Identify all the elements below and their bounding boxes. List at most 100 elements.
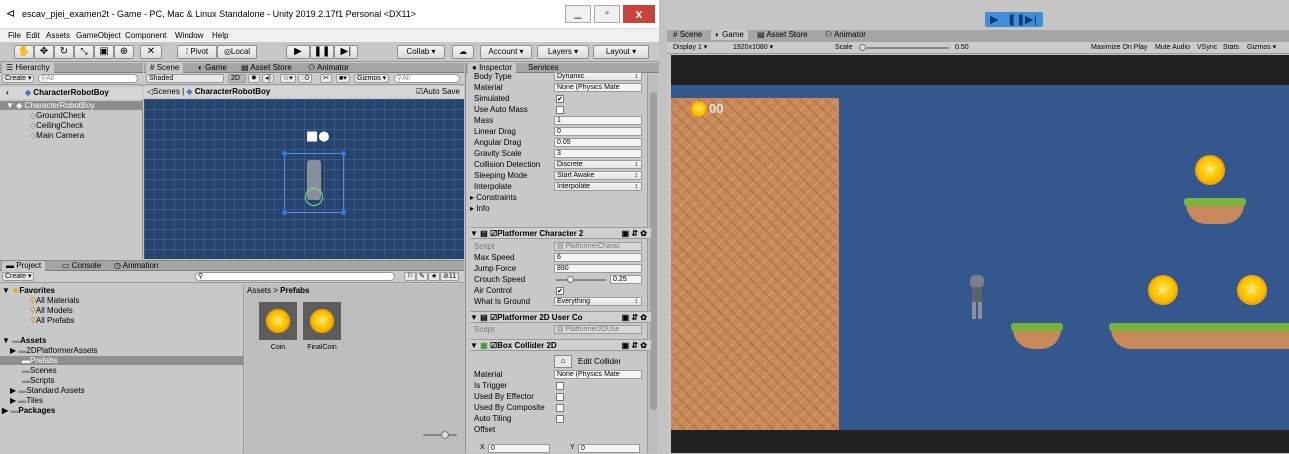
tab-hierarchy[interactable]: ☰ Hierarchy bbox=[2, 63, 54, 73]
property-checkbox[interactable]: ✔ bbox=[556, 95, 564, 103]
asset-folder-item[interactable]: ▶ ▬Tiles bbox=[10, 396, 43, 405]
thumbnail-slider-thumb[interactable] bbox=[441, 431, 449, 439]
fold-arrow-icon[interactable]: ▼ bbox=[470, 341, 478, 350]
property-dropdown[interactable]: Everything ↕ bbox=[554, 297, 642, 306]
breadcrumb-prefabs[interactable]: Prefabs bbox=[280, 286, 309, 295]
property-field[interactable]: 0.05 bbox=[554, 138, 642, 147]
tab-scene[interactable]: # Scene bbox=[146, 63, 184, 73]
script-field[interactable]: ▤ Platformer2DUse bbox=[554, 325, 642, 334]
slider-value-field[interactable]: 0.25 bbox=[610, 275, 642, 284]
assets-folder[interactable]: ▼ ▬Assets bbox=[2, 336, 46, 345]
lighting-toggle[interactable]: ✹ bbox=[248, 74, 260, 83]
mute-audio-toggle[interactable]: Mute Audio bbox=[1155, 42, 1190, 53]
menu-help[interactable]: Help bbox=[212, 31, 228, 40]
close-button[interactable]: x bbox=[623, 5, 655, 23]
move-tool-icon[interactable]: ✥ bbox=[34, 45, 54, 59]
rect-handle[interactable] bbox=[341, 210, 346, 215]
tab-scene[interactable]: # Scene bbox=[669, 30, 706, 40]
auto-save-checkbox[interactable]: ☑ bbox=[416, 87, 423, 96]
gizmos-dropdown[interactable]: Gizmos ▾ bbox=[1247, 42, 1276, 53]
asset-folder-item[interactable]: ▶ ▬Standard Assets bbox=[10, 386, 85, 395]
hidden-objects-toggle[interactable]: ◌0 bbox=[298, 74, 313, 83]
custom-tool-icon[interactable]: ✕ bbox=[140, 45, 162, 59]
collab-button[interactable]: Collab ▾ bbox=[397, 45, 445, 59]
scrollbar-thumb[interactable] bbox=[650, 92, 657, 410]
expand-arrow-icon[interactable]: ▼ bbox=[2, 286, 10, 295]
asset-folder-item-selected[interactable]: ▬Prefabs bbox=[0, 356, 244, 365]
hierarchy-search-input[interactable]: ⚲All bbox=[38, 74, 138, 83]
stats-toggle[interactable]: Stats bbox=[1223, 42, 1239, 53]
game-viewport[interactable]: ★ 00 ★ ★ ★ bbox=[671, 55, 1289, 453]
tab-game[interactable]: ◐ Game bbox=[194, 63, 231, 73]
hierarchy-scene-row[interactable]: ‹ ◆ CharacterRobotBoy bbox=[0, 87, 143, 99]
asset-tile-coin[interactable]: ★ Coin bbox=[257, 302, 299, 358]
maximize-on-play-toggle[interactable]: Maximize On Play bbox=[1091, 42, 1147, 53]
property-checkbox[interactable] bbox=[556, 382, 564, 390]
component-settings-icon[interactable]: ▣ ⇵ ✿ bbox=[622, 340, 647, 351]
filter-type-button[interactable]: ⚐ bbox=[404, 272, 417, 281]
camera-settings-button[interactable]: ■▾ bbox=[336, 74, 350, 83]
component-header-usercontrol[interactable]: ▼ ▤ ☑Platformer 2D User Co ▣ ⇵ ✿ bbox=[470, 311, 651, 323]
fold-arrow-icon[interactable]: ▼ bbox=[470, 313, 478, 322]
property-checkbox[interactable] bbox=[556, 106, 564, 114]
scene-search-input[interactable]: ⚲All bbox=[394, 74, 460, 83]
auto-save-toggle[interactable]: ☑Auto Save bbox=[416, 86, 460, 98]
offset-x-field[interactable]: 0 bbox=[488, 444, 550, 453]
expand-arrow-icon[interactable]: ▶ bbox=[10, 346, 16, 355]
shading-dropdown[interactable]: Shaded bbox=[146, 74, 224, 83]
tab-animator[interactable]: ⚇ Animator bbox=[304, 63, 353, 73]
breadcrumb-assets[interactable]: Assets bbox=[247, 286, 271, 295]
favorites-folder[interactable]: ▼ ★Favorites bbox=[2, 286, 55, 295]
scale-slider-thumb[interactable] bbox=[859, 44, 866, 51]
property-field[interactable]: 890 bbox=[554, 264, 642, 273]
scene-canvas[interactable]: ■● bbox=[144, 99, 464, 259]
mode-2d-toggle[interactable]: 2D bbox=[228, 74, 246, 83]
tab-animator[interactable]: ⚇ Animator bbox=[821, 30, 870, 40]
step-button[interactable]: ▶| bbox=[334, 45, 358, 59]
hierarchy-create-button[interactable]: Create ▾ bbox=[2, 74, 35, 83]
favorite-button[interactable]: ★ bbox=[428, 272, 441, 281]
hierarchy-item-groundcheck[interactable]: ◇GroundCheck bbox=[30, 111, 86, 120]
rect-handle[interactable] bbox=[341, 151, 346, 156]
property-dropdown[interactable]: Dynamic ↕ bbox=[554, 72, 642, 81]
maximize-button[interactable]: ▫ bbox=[594, 5, 620, 23]
crouch-speed-slider[interactable] bbox=[556, 276, 606, 283]
audio-toggle[interactable]: ◂) bbox=[262, 74, 274, 83]
slider-thumb[interactable] bbox=[567, 276, 574, 283]
tab-animation[interactable]: ◷ Animation bbox=[110, 261, 162, 271]
property-field[interactable]: None (Physics Mate bbox=[554, 83, 642, 92]
layers-dropdown[interactable]: Layers ▾ bbox=[537, 45, 589, 59]
project-search-input[interactable]: ⚲ bbox=[195, 272, 395, 281]
project-create-button[interactable]: Create ▾ bbox=[2, 272, 35, 281]
property-label[interactable]: ▸ Info bbox=[470, 204, 490, 213]
asset-folder-item[interactable]: ▶ ▬2DPlatformerAssets bbox=[10, 346, 98, 355]
offset-y-field[interactable]: 0 bbox=[578, 444, 640, 453]
play-button[interactable]: ▶ bbox=[286, 45, 310, 59]
component-settings-icon[interactable]: ▣ ⇵ ✿ bbox=[622, 312, 647, 323]
property-checkbox[interactable]: ✔ bbox=[556, 287, 564, 295]
property-checkbox[interactable] bbox=[556, 415, 564, 423]
pivot-toggle[interactable]: ⁞ Pivot bbox=[177, 45, 217, 59]
property-dropdown[interactable]: Interpolate ↕ bbox=[554, 182, 642, 191]
vsync-toggle[interactable]: VSync bbox=[1197, 42, 1217, 53]
property-field[interactable]: 0 bbox=[554, 127, 642, 136]
tab-project[interactable]: ▬ Project bbox=[2, 261, 46, 271]
component-settings-icon[interactable]: ▣ ⇵ ✿ bbox=[622, 228, 647, 239]
gizmos-dropdown[interactable]: Gizmos ▾ bbox=[354, 74, 390, 83]
expand-arrow-icon[interactable]: ▶ bbox=[2, 406, 8, 415]
layout-dropdown[interactable]: Layout ▾ bbox=[593, 45, 649, 59]
hierarchy-item-camera[interactable]: ◇Main Camera bbox=[30, 131, 84, 140]
property-label[interactable]: ▸ Constraints bbox=[470, 193, 517, 202]
property-field[interactable]: 3 bbox=[554, 149, 642, 158]
step-button-active[interactable]: ▶| bbox=[1025, 13, 1037, 26]
menu-window[interactable]: Window bbox=[175, 31, 203, 40]
local-toggle[interactable]: ◎Local bbox=[217, 45, 257, 59]
rotate-tool-icon[interactable]: ↻ bbox=[54, 45, 74, 59]
expand-arrow-icon[interactable]: ▼ bbox=[6, 101, 14, 110]
tab-asset-store[interactable]: ▤ Asset Store bbox=[753, 30, 812, 40]
property-dropdown[interactable]: Discrete ↕ bbox=[554, 160, 642, 169]
hierarchy-item-ceilingcheck[interactable]: ◇CeilingCheck bbox=[30, 121, 83, 130]
menu-gameobject[interactable]: GameObject bbox=[76, 31, 121, 40]
hierarchy-item-root[interactable]: ▼ ◆ CharacterRobotBoy bbox=[0, 101, 143, 110]
property-field[interactable]: ▤ PlatformerCharac bbox=[554, 242, 642, 251]
